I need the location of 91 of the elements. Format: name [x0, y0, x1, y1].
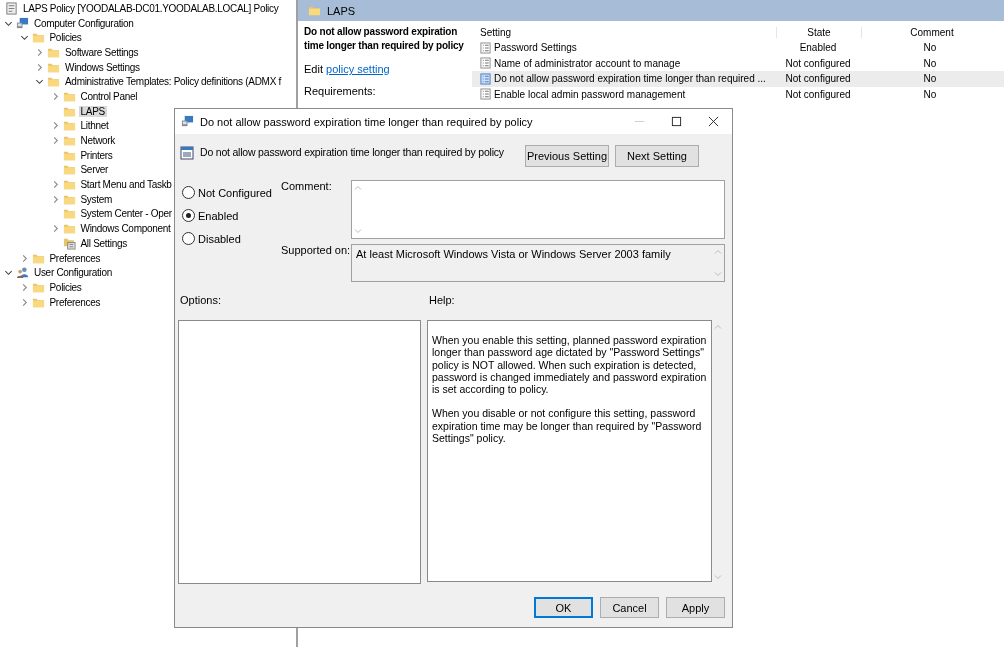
tree-item[interactable]: Printers: [78, 149, 115, 161]
radio-label[interactable]: Disabled: [198, 232, 241, 245]
maximize-icon[interactable]: [671, 116, 682, 127]
tree-item[interactable]: Start Menu and Taskb: [78, 179, 174, 191]
tree-item[interactable]: Preferences: [47, 252, 103, 264]
tree-item[interactable]: Policies: [47, 281, 84, 293]
supported-on-text: At least Microsoft Windows Vista or Windows Server 2003 family: [355, 247, 671, 262]
folder-icon: [31, 31, 45, 45]
radio-button[interactable]: [182, 209, 195, 222]
tree-item[interactable]: Computer Configuration: [32, 17, 136, 29]
nav-button[interactable]: Next Setting: [615, 145, 699, 167]
setting-window-icon: [180, 146, 194, 160]
users-icon: [16, 266, 29, 280]
radio-button[interactable]: [182, 232, 195, 245]
policy-app-icon: [181, 115, 194, 128]
dialog-button[interactable]: OK: [534, 597, 593, 618]
tree-item[interactable]: User Configuration: [32, 267, 114, 279]
state-cell-text: Not configured: [784, 88, 852, 100]
table-row[interactable]: Name of administrator account to manage Not configured No: [472, 55, 1004, 71]
tree-item[interactable]: Network: [78, 135, 118, 147]
table-row[interactable]: Do not allow password expiration time longer than required ... Not configured No: [472, 71, 1004, 87]
comment-cell-text: No: [922, 57, 938, 69]
chevron-down-icon[interactable]: [19, 33, 29, 43]
radio-label[interactable]: Enabled: [198, 209, 239, 222]
close-icon[interactable]: [708, 116, 719, 127]
dialog-button[interactable]: Apply: [666, 597, 725, 618]
setting-name: Do not allow password expiration time longer than required ...: [494, 73, 766, 85]
requirements-label: Requirements:: [304, 84, 377, 98]
supported-on-label: Supported on:: [281, 244, 351, 258]
computer-icon: [16, 16, 29, 30]
tree-item[interactable]: Administrative Templates: Policy definitions (ADMX f: [63, 76, 283, 88]
header-title: LAPS: [327, 4, 356, 17]
tree-item[interactable]: Software Settings: [63, 46, 141, 58]
chevron-down-icon[interactable]: [35, 77, 44, 87]
folder-icon: [308, 4, 321, 17]
radio-button[interactable]: [182, 186, 195, 199]
options-label: Options:: [179, 294, 222, 306]
dialog-button[interactable]: Cancel: [600, 597, 659, 618]
setting-list-icon: [480, 72, 491, 85]
edit-label: Edit: [304, 63, 323, 75]
nav-button[interactable]: Previous Setting: [525, 145, 609, 167]
tree-item[interactable]: Control Panel: [78, 90, 140, 102]
comment-cell-text: No: [922, 88, 938, 100]
state-cell-text: Not configured: [784, 57, 852, 69]
dialog-title: Do not allow password expiration time longer than required by policy: [200, 115, 534, 128]
tree-item[interactable]: Windows Settings: [63, 61, 142, 73]
column-header[interactable]: State: [776, 26, 861, 38]
setting-list-icon: [480, 88, 491, 101]
tree-item[interactable]: System Center - Oper: [78, 208, 174, 220]
help-text: When you disable or not configure this setting, password expiration time may be longer than required by "Password Settings" policy.: [432, 407, 703, 445]
chevron-down-icon[interactable]: [4, 268, 13, 278]
setting-list-icon: [480, 57, 491, 70]
column-header[interactable]: Setting: [472, 26, 776, 38]
tree-item[interactable]: LAPS: [78, 105, 107, 117]
folder-icon: [62, 178, 76, 192]
setting-title: Do not allow password expiration time longer than required by policy: [304, 25, 465, 53]
policy-document-icon: [5, 1, 18, 15]
tree-item[interactable]: System: [78, 193, 115, 205]
folder-icon: [47, 75, 60, 89]
tree-root-label[interactable]: LAPS Policy [YOODALAB-DC01.YOODALAB.LOCAL] Policy: [21, 2, 281, 14]
tree-item[interactable]: Windows Component: [78, 223, 173, 235]
folder-icon: [62, 119, 76, 133]
setting-name: Password Settings: [494, 42, 577, 54]
help-label: Help:: [429, 294, 455, 306]
folder-icon: [62, 222, 76, 236]
folder-icon: [62, 207, 76, 221]
settings-folder-icon: [62, 236, 76, 250]
table-row[interactable]: Password Settings Enabled No: [472, 40, 1004, 56]
tree-item[interactable]: Policies: [47, 32, 84, 44]
tree-item[interactable]: Preferences: [47, 296, 103, 308]
folder-icon: [62, 163, 76, 177]
table-row[interactable]: Enable local admin password management Not configured No: [472, 86, 1004, 102]
state-cell-text: Not configured: [784, 73, 852, 85]
folder-icon: [62, 134, 76, 148]
help-text: When you enable this setting, planned password expiration longer than password age dictated by "Password Settings" policy is NOT allowed. When such expiration is detected, password is changed immediately and password expiration is set according to policy.: [432, 334, 708, 396]
state-cell-text: Enabled: [798, 42, 838, 54]
radio-label[interactable]: Not Configured: [198, 186, 272, 199]
chevron-right-icon[interactable]: [35, 47, 44, 57]
chevron-right-icon[interactable]: [35, 62, 44, 72]
setting-name: Enable local admin password management: [494, 88, 686, 100]
setting-list-icon: [480, 41, 491, 54]
tree-item[interactable]: Lithnet: [78, 120, 111, 132]
tree-item[interactable]: Server: [78, 164, 111, 176]
setting-name: Name of administrator account to manage: [494, 57, 681, 69]
tree-item[interactable]: All Settings: [78, 237, 129, 249]
comment-label: Comment:: [281, 180, 333, 194]
comment-cell-text: No: [922, 73, 938, 85]
setting-title: Do not allow password expiration time longer than required by policy: [200, 145, 505, 158]
comment-cell-text: No: [922, 42, 938, 54]
column-header[interactable]: Comment: [861, 26, 1002, 38]
policy-setting-link[interactable]: policy setting: [326, 63, 390, 75]
